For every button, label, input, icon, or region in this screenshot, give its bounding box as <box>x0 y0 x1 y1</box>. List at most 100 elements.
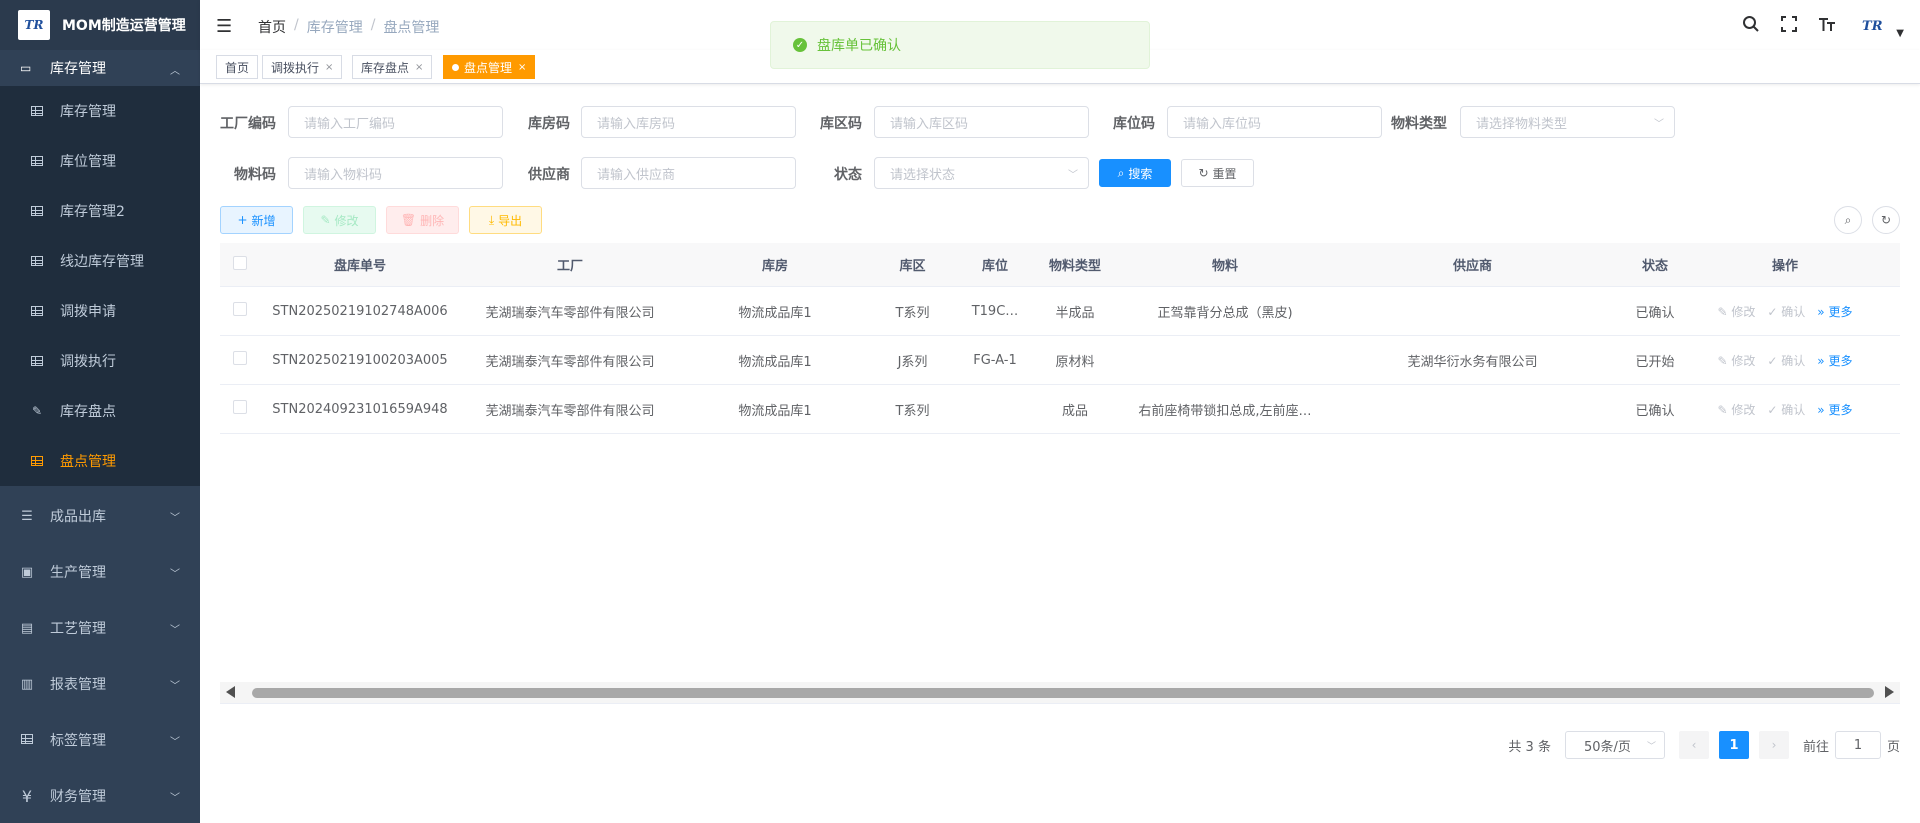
row-confirm-link[interactable]: ✓ 确认 <box>1767 401 1805 418</box>
search-button[interactable]: ⌕ 搜索 <box>1099 159 1171 187</box>
table-icon <box>30 455 44 467</box>
trash-icon: 🗑 <box>400 213 417 227</box>
warehouse-input[interactable]: 请输入库房码 <box>581 106 796 138</box>
fullscreen-icon[interactable] <box>1778 14 1800 38</box>
sidebar-item-lineside[interactable]: 线边库存管理 <box>0 236 200 286</box>
cell-material: 右前座椅带锁扣总成,左前座… <box>1138 403 1312 419</box>
supplier-input[interactable]: 请输入供应商 <box>581 157 796 189</box>
row-more-link[interactable]: » 更多 <box>1817 352 1852 369</box>
goto-page: 前往 页 <box>1803 731 1900 759</box>
goto-prefix: 前往 <box>1802 739 1829 755</box>
sidebar-item-location[interactable]: 库位管理 <box>0 136 200 186</box>
col-header: 库房 <box>761 259 788 274</box>
row-checkbox[interactable] <box>233 400 247 414</box>
export-button-label: 导出 <box>498 213 523 228</box>
export-button[interactable]: ⤓ 导出 <box>469 206 542 234</box>
close-icon[interactable]: × <box>518 62 526 73</box>
page-size-select[interactable]: 50条/页 ﹀ <box>1564 731 1665 759</box>
op-label: 更多 <box>1828 353 1853 368</box>
sidebar-item-label: 盘点管理 <box>60 454 116 470</box>
chevron-down-icon: ﹀ <box>170 624 180 636</box>
horizontal-scrollbar[interactable] <box>220 682 1900 704</box>
search-icon[interactable] <box>1740 14 1762 38</box>
chevron-down-icon: ﹀ <box>170 736 180 748</box>
scrollbar-thumb[interactable] <box>252 688 1874 698</box>
tag-stocktake-mgmt[interactable]: 盘点管理 × <box>443 55 536 79</box>
menu-group-label: 库存管理 <box>50 61 106 77</box>
menu-group-production[interactable]: ▣ 生产管理 ﹀ <box>0 544 200 600</box>
location-input[interactable]: 请输入库位码 <box>1167 106 1382 138</box>
toggle-search-button[interactable]: ⌕ <box>1834 206 1862 234</box>
caret-down-icon[interactable]: ▼ <box>1896 28 1904 39</box>
menu-group-label-mgmt[interactable]: 标签管理 ﹀ <box>0 712 200 768</box>
chevron-down-icon: ﹀ <box>170 792 180 804</box>
factory-input[interactable]: 请输入工厂编码 <box>288 106 503 138</box>
cell-status: 已确认 <box>1635 403 1675 419</box>
report-icon: ▥ <box>20 676 34 692</box>
sidebar-item-stocktake-mgmt[interactable]: 盘点管理 <box>0 436 200 486</box>
table-row[interactable]: STN20250219100203A005 芜湖瑞泰汽车零部件有限公司 物流成品… <box>220 336 1900 385</box>
row-confirm-link[interactable]: ✓ 确认 <box>1767 303 1805 320</box>
page-number-current[interactable]: 1 <box>1718 731 1749 759</box>
menu-group-finished-outbound[interactable]: ☰ 成品出库 ﹀ <box>0 488 200 544</box>
close-icon[interactable]: × <box>325 62 333 73</box>
row-checkbox[interactable] <box>233 302 247 316</box>
table-row[interactable]: STN20250219102748A006 芜湖瑞泰汽车零部件有限公司 物流成品… <box>220 287 1900 336</box>
cell-material: 正驾靠背分总成（黑皮) <box>1157 305 1293 321</box>
sidebar-item-transfer-request[interactable]: 调拨申请 <box>0 286 200 336</box>
material-input[interactable]: 请输入物料码 <box>288 157 503 189</box>
goto-page-input[interactable] <box>1834 731 1881 759</box>
menu-group-label: 工艺管理 <box>50 621 106 637</box>
download-icon: ⤓ <box>488 212 495 227</box>
edit-button[interactable]: ✎ 修改 <box>303 206 376 234</box>
toast-message: 盘库单已确认 <box>817 38 901 54</box>
scroll-right-icon[interactable] <box>1885 686 1894 698</box>
row-edit-link[interactable]: ✎ 修改 <box>1718 352 1756 369</box>
avatar[interactable]: TR <box>1854 12 1890 40</box>
hamburger-icon[interactable]: ☰ <box>216 16 232 37</box>
row-more-link[interactable]: » 更多 <box>1817 401 1852 418</box>
chevron-down-icon: ﹀ <box>1646 741 1656 752</box>
table-row[interactable]: STN20240923101659A948 芜湖瑞泰汽车零部件有限公司 物流成品… <box>220 385 1900 434</box>
reset-button[interactable]: ↻ 重置 <box>1181 159 1254 187</box>
sidebar-item-inventory[interactable]: 库存管理 <box>0 86 200 136</box>
delete-button[interactable]: 🗑 删除 <box>386 206 459 234</box>
tag-transfer-exec[interactable]: 调拨执行 × <box>262 55 343 79</box>
next-page-button[interactable]: › <box>1758 731 1789 759</box>
table-icon <box>30 105 44 117</box>
close-icon[interactable]: × <box>415 62 423 73</box>
select-all-checkbox[interactable] <box>233 255 247 270</box>
breadcrumb-separator: / <box>370 17 376 33</box>
row-edit-link[interactable]: ✎ 修改 <box>1718 401 1756 418</box>
sidebar-item-inventory2[interactable]: 库存管理2 <box>0 186 200 236</box>
status-select[interactable]: 请选择状态 ﹀ <box>874 157 1089 189</box>
menu-group-finance[interactable]: ¥ 财务管理 ﹀ <box>0 768 200 823</box>
menu-group-process[interactable]: ▤ 工艺管理 ﹀ <box>0 600 200 656</box>
add-button[interactable]: + 新增 <box>220 206 293 234</box>
sidebar-item-stocktake[interactable]: ✎ 库存盘点 <box>0 386 200 436</box>
prev-page-button[interactable]: ‹ <box>1678 731 1709 759</box>
refresh-button[interactable]: ↻ <box>1872 206 1900 234</box>
chevron-right-icon: › <box>1771 738 1777 752</box>
row-more-link[interactable]: » 更多 <box>1817 303 1852 320</box>
cell-warehouse: 物流成品库1 <box>738 354 812 370</box>
op-label: 确认 <box>1781 304 1806 319</box>
sidebar-item-transfer-exec[interactable]: 调拨执行 <box>0 336 200 386</box>
table-icon <box>30 155 44 167</box>
row-confirm-link[interactable]: ✓ 确认 <box>1767 352 1805 369</box>
tag-home[interactable]: 首页 <box>216 55 259 79</box>
material-type-select[interactable]: 请选择物料类型 ﹀ <box>1460 106 1675 138</box>
success-toast: ✓ 盘库单已确认 <box>770 21 1150 69</box>
brand[interactable]: TR MOM制造运营管理 <box>0 0 200 50</box>
scroll-left-icon[interactable] <box>226 686 235 698</box>
font-size-icon[interactable] <box>1816 14 1838 38</box>
area-input[interactable]: 请输入库区码 <box>874 106 1089 138</box>
sidebar-item-label: 调拨执行 <box>60 354 116 370</box>
row-checkbox[interactable] <box>233 351 247 365</box>
row-edit-link[interactable]: ✎ 修改 <box>1718 303 1756 320</box>
tag-stocktake[interactable]: 库存盘点 × <box>352 55 433 79</box>
op-label: 更多 <box>1828 402 1853 417</box>
breadcrumb-home[interactable]: 首页 <box>258 17 286 37</box>
menu-group-report[interactable]: ▥ 报表管理 ﹀ <box>0 656 200 712</box>
menu-group-inventory[interactable]: ▭ 库存管理 ︿ <box>0 50 200 86</box>
